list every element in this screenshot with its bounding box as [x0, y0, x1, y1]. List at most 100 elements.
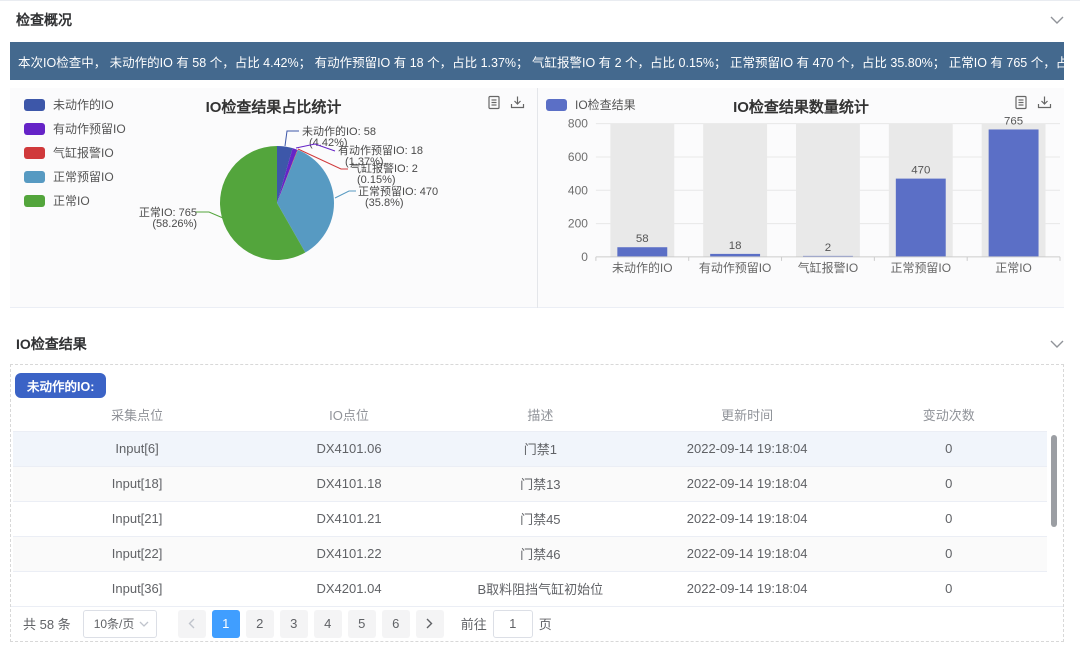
svg-text:有动作预留IO: 有动作预留IO: [699, 261, 771, 275]
table-cell: Input[21]: [13, 501, 261, 536]
legend-item[interactable]: 未动作的IO: [24, 96, 126, 113]
page-size-select[interactable]: 10条/页: [83, 610, 157, 638]
legend-label: IO检查结果: [575, 96, 636, 113]
table-cell: DX4101.06: [261, 431, 437, 466]
data-view-icon[interactable]: [487, 95, 501, 110]
io-results-table: 采集点位IO点位描述更新时间变动次数 Input[6]DX4101.06门禁12…: [13, 399, 1047, 607]
table-cell: DX4201.04: [261, 571, 437, 606]
chevron-left-icon: [188, 618, 195, 629]
bar-chart-panel: IO检查结果数量统计 IO检查结果 020040060080058未动作的IO1…: [537, 88, 1064, 308]
next-page-button[interactable]: [416, 610, 444, 638]
table-cell: 2022-09-14 19:18:04: [644, 536, 851, 571]
svg-text:765: 765: [1004, 115, 1023, 127]
table-cell: 0: [851, 536, 1047, 571]
legend-label: 未动作的IO: [53, 96, 114, 113]
table-cell: 0: [851, 431, 1047, 466]
table-cell: 门禁1: [437, 431, 644, 466]
legend-label: 有动作预留IO: [53, 120, 126, 137]
svg-text:气缸报警IO: 2: 气缸报警IO: 2: [350, 161, 418, 175]
page-number-buttons: 123456: [209, 610, 413, 638]
download-icon[interactable]: [1037, 95, 1052, 110]
svg-text:600: 600: [568, 150, 588, 164]
bar-toolbox: [1014, 95, 1052, 110]
legend-item[interactable]: 正常IO: [24, 192, 126, 209]
table-cell: 0: [851, 571, 1047, 606]
results-title: IO检查结果: [16, 334, 87, 354]
bar-legend: IO检查结果: [546, 96, 636, 113]
page: 检查概况 本次IO检查中， 未动作的IO 有 58 个，占比 4.42%； 有动…: [0, 0, 1080, 646]
page-button-3[interactable]: 3: [280, 610, 308, 638]
legend-swatch: [24, 195, 45, 207]
table-row: Input[18]DX4101.18门禁132022-09-14 19:18:0…: [13, 466, 1047, 501]
svg-text:(58.26%): (58.26%): [152, 218, 197, 230]
svg-text:气缸报警IO: 气缸报警IO: [798, 260, 859, 275]
svg-text:18: 18: [729, 240, 742, 252]
goto-page: 前往 页: [461, 610, 552, 638]
legend-item[interactable]: IO检查结果: [546, 96, 636, 113]
chevron-right-icon: [426, 618, 433, 629]
table-cell: 2022-09-14 19:18:04: [644, 466, 851, 501]
svg-text:未动作的IO: 58: 未动作的IO: 58: [302, 124, 376, 138]
table-row: Input[36]DX4201.04B取料阻挡气缸初始位2022-09-14 1…: [13, 571, 1047, 606]
results-header: IO检查结果: [0, 330, 1080, 358]
table-cell: 2022-09-14 19:18:04: [644, 571, 851, 606]
table-cell: 2022-09-14 19:18:04: [644, 501, 851, 536]
page-button-6[interactable]: 6: [382, 610, 410, 638]
table-cell: 门禁45: [437, 501, 644, 536]
column-header: 更新时间: [644, 399, 851, 431]
goto-page-input[interactable]: [493, 610, 533, 638]
svg-text:2: 2: [825, 242, 831, 254]
svg-text:有动作预留IO: 18: 有动作预留IO: 18: [338, 143, 423, 157]
vertical-scrollbar[interactable]: [1051, 435, 1057, 527]
legend-label: 正常预留IO: [53, 168, 114, 185]
table-row: Input[22]DX4101.22门禁462022-09-14 19:18:0…: [13, 536, 1047, 571]
table-cell: 门禁13: [437, 466, 644, 501]
table-cell: Input[22]: [13, 536, 261, 571]
legend-swatch: [546, 99, 567, 111]
table-cell: DX4101.21: [261, 501, 437, 536]
svg-text:未动作的IO: 未动作的IO: [612, 260, 673, 275]
page-button-4[interactable]: 4: [314, 610, 342, 638]
chevron-down-icon[interactable]: [1050, 340, 1064, 348]
legend-item[interactable]: 气缸报警IO: [24, 144, 126, 161]
filter-category-button[interactable]: 未动作的IO:: [15, 373, 106, 398]
table-cell: 0: [851, 466, 1047, 501]
column-header: 描述: [437, 399, 644, 431]
legend-item[interactable]: 正常预留IO: [24, 168, 126, 185]
table-header-row: 采集点位IO点位描述更新时间变动次数: [13, 399, 1047, 431]
table-cell: B取料阻挡气缸初始位: [437, 571, 644, 606]
column-header: IO点位: [261, 399, 437, 431]
table-cell: 0: [851, 501, 1047, 536]
chevron-down-icon: [139, 621, 149, 627]
overview-header: 检查概况: [0, 0, 1080, 38]
chevron-down-icon[interactable]: [1050, 16, 1064, 24]
legend-label: 正常IO: [53, 192, 90, 209]
legend-swatch: [24, 171, 45, 183]
table-row: Input[21]DX4101.21门禁452022-09-14 19:18:0…: [13, 501, 1047, 536]
svg-text:200: 200: [568, 217, 588, 231]
svg-text:正常IO: 正常IO: [995, 261, 1032, 275]
svg-text:0: 0: [581, 250, 588, 264]
bar-chart: 020040060080058未动作的IO18有动作预留IO2气缸报警IO470…: [538, 88, 1064, 308]
download-icon[interactable]: [510, 95, 525, 110]
total-count: 共 58 条: [23, 614, 71, 633]
svg-text:800: 800: [568, 117, 588, 131]
data-view-icon[interactable]: [1014, 95, 1028, 110]
summary-text: 本次IO检查中， 未动作的IO 有 58 个，占比 4.42%； 有动作预留IO…: [18, 52, 1064, 71]
page-button-1[interactable]: 1: [212, 610, 240, 638]
page-button-5[interactable]: 5: [348, 610, 376, 638]
pie-legend: 未动作的IO 有动作预留IO 气缸报警IO 正常预留IO 正常IO: [24, 96, 126, 209]
page-button-2[interactable]: 2: [246, 610, 274, 638]
table-cell: Input[6]: [13, 431, 261, 466]
pagination-bar: 共 58 条 10条/页 123456 前往 页: [11, 606, 1063, 640]
table-cell: Input[36]: [13, 571, 261, 606]
column-header: 采集点位: [13, 399, 261, 431]
svg-text:(0.15%): (0.15%): [357, 174, 396, 186]
legend-item[interactable]: 有动作预留IO: [24, 120, 126, 137]
results-container: 未动作的IO: 采集点位IO点位描述更新时间变动次数 Input[6]DX410…: [10, 364, 1064, 642]
table-cell: 门禁46: [437, 536, 644, 571]
svg-text:470: 470: [911, 165, 930, 177]
prev-page-button[interactable]: [178, 610, 206, 638]
svg-text:400: 400: [568, 183, 588, 197]
table-cell: Input[18]: [13, 466, 261, 501]
